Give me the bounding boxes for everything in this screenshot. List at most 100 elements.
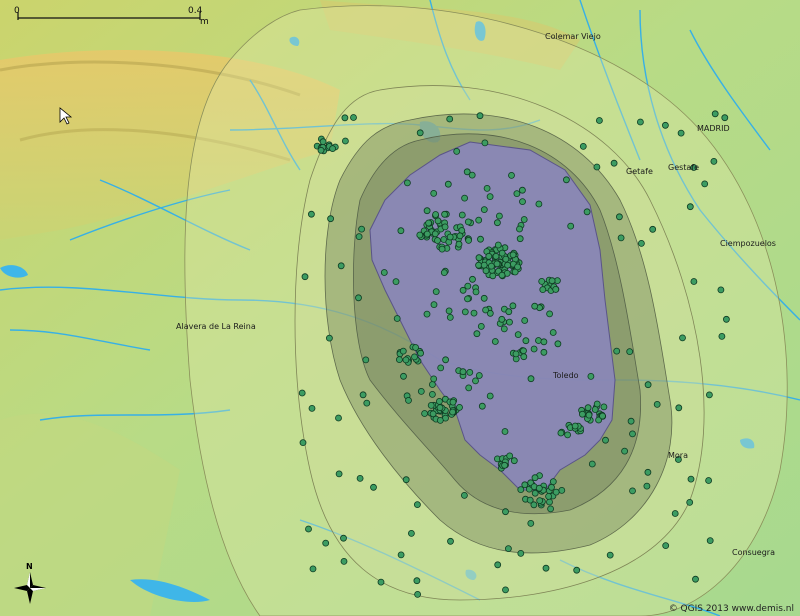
occurrence-point[interactable] bbox=[521, 317, 529, 324]
occurrence-point[interactable] bbox=[412, 344, 420, 351]
occurrence-point[interactable] bbox=[299, 439, 307, 447]
occurrence-point[interactable] bbox=[436, 416, 444, 424]
occurrence-point[interactable] bbox=[461, 308, 469, 316]
occurrence-point[interactable] bbox=[483, 184, 491, 192]
occurrence-point[interactable] bbox=[498, 315, 506, 323]
occurrence-point[interactable] bbox=[472, 288, 480, 296]
place-label-colmenar-viejo[interactable]: Colemar Viejo bbox=[545, 32, 601, 41]
occurrence-point[interactable] bbox=[538, 277, 546, 285]
occurrence-point[interactable] bbox=[546, 498, 553, 506]
occurrence-point[interactable] bbox=[432, 288, 440, 296]
occurrence-point[interactable] bbox=[397, 551, 405, 559]
occurrence-point[interactable] bbox=[486, 193, 494, 201]
occurrence-point[interactable] bbox=[549, 478, 557, 486]
occurrence-point[interactable] bbox=[414, 591, 422, 598]
occurrence-point[interactable] bbox=[508, 171, 515, 179]
occurrence-point[interactable] bbox=[509, 302, 517, 310]
occurrence-point[interactable] bbox=[571, 422, 579, 430]
occurrence-point[interactable] bbox=[362, 356, 370, 364]
occurrence-point[interactable] bbox=[380, 269, 388, 276]
occurrence-point[interactable] bbox=[558, 486, 566, 494]
occurrence-point[interactable] bbox=[319, 138, 327, 146]
occurrence-point[interactable] bbox=[675, 404, 683, 412]
occurrence-point[interactable] bbox=[341, 137, 349, 145]
place-label-madrid[interactable]: MADRID bbox=[697, 124, 730, 133]
occurrence-point[interactable] bbox=[520, 347, 527, 355]
occurrence-point[interactable] bbox=[363, 399, 371, 407]
occurrence-point[interactable] bbox=[355, 294, 362, 302]
occurrence-point[interactable] bbox=[517, 486, 525, 494]
occurrence-point[interactable] bbox=[516, 235, 524, 243]
occurrence-point[interactable] bbox=[458, 211, 466, 219]
occurrence-point[interactable] bbox=[549, 329, 557, 336]
occurrence-point[interactable] bbox=[350, 114, 357, 121]
occurrence-point[interactable] bbox=[584, 404, 592, 412]
occurrence-point[interactable] bbox=[540, 338, 548, 346]
occurrence-point[interactable] bbox=[501, 461, 509, 469]
occurrence-point[interactable] bbox=[644, 468, 652, 476]
occurrence-point[interactable] bbox=[402, 356, 410, 364]
occurrence-point[interactable] bbox=[493, 260, 501, 268]
occurrence-point[interactable] bbox=[690, 278, 698, 285]
occurrence-point[interactable] bbox=[494, 561, 502, 569]
occurrence-point[interactable] bbox=[637, 118, 644, 126]
occurrence-point[interactable] bbox=[341, 114, 349, 122]
occurrence-point[interactable] bbox=[718, 332, 726, 340]
occurrence-point[interactable] bbox=[417, 387, 425, 395]
occurrence-point[interactable] bbox=[377, 578, 385, 586]
map-view[interactable]: 0 0.4 m Colemar Viejo MADRID Getafe Gest… bbox=[0, 0, 800, 616]
occurrence-point[interactable] bbox=[486, 392, 494, 400]
occurrence-point[interactable] bbox=[629, 430, 636, 438]
occurrence-point[interactable] bbox=[613, 347, 621, 355]
occurrence-point[interactable] bbox=[329, 145, 337, 153]
occurrence-point[interactable] bbox=[548, 277, 556, 285]
occurrence-point[interactable] bbox=[610, 159, 618, 167]
occurrence-point[interactable] bbox=[723, 315, 730, 323]
occurrence-point[interactable] bbox=[423, 230, 431, 238]
occurrence-point[interactable] bbox=[340, 558, 348, 565]
occurrence-point[interactable] bbox=[417, 349, 425, 357]
occurrence-point[interactable] bbox=[435, 397, 443, 405]
occurrence-point[interactable] bbox=[335, 470, 343, 478]
occurrence-point[interactable] bbox=[305, 525, 312, 533]
occurrence-point[interactable] bbox=[539, 286, 547, 294]
occurrence-point[interactable] bbox=[442, 356, 450, 364]
occurrence-point[interactable] bbox=[502, 508, 509, 516]
occurrence-point[interactable] bbox=[643, 482, 651, 490]
occurrence-point[interactable] bbox=[447, 537, 454, 545]
occurrence-point[interactable] bbox=[500, 325, 508, 333]
occurrence-point[interactable] bbox=[446, 115, 454, 123]
occurrence-point[interactable] bbox=[527, 520, 535, 527]
occurrence-point[interactable] bbox=[470, 309, 478, 317]
occurrence-point[interactable] bbox=[662, 121, 669, 129]
occurrence-point[interactable] bbox=[530, 501, 538, 509]
occurrence-point[interactable] bbox=[478, 402, 486, 410]
occurrence-point[interactable] bbox=[512, 350, 520, 358]
occurrence-point[interactable] bbox=[307, 210, 315, 218]
occurrence-point[interactable] bbox=[552, 488, 560, 496]
occurrence-point[interactable] bbox=[583, 208, 591, 216]
occurrence-point[interactable] bbox=[687, 475, 695, 483]
occurrence-point[interactable] bbox=[446, 313, 454, 321]
occurrence-point[interactable] bbox=[393, 315, 401, 322]
occurrence-point[interactable] bbox=[482, 306, 490, 314]
occurrence-point[interactable] bbox=[721, 114, 729, 122]
occurrence-point[interactable] bbox=[402, 476, 410, 484]
occurrence-point[interactable] bbox=[692, 575, 699, 583]
occurrence-point[interactable] bbox=[431, 230, 439, 238]
occurrence-point[interactable] bbox=[606, 551, 614, 559]
occurrence-point[interactable] bbox=[510, 457, 518, 465]
occurrence-point[interactable] bbox=[465, 384, 473, 392]
occurrence-point[interactable] bbox=[416, 129, 424, 137]
occurrence-point[interactable] bbox=[466, 368, 474, 376]
occurrence-point[interactable] bbox=[517, 550, 525, 557]
occurrence-point[interactable] bbox=[397, 227, 405, 235]
occurrence-point[interactable] bbox=[475, 261, 483, 269]
occurrence-point[interactable] bbox=[475, 216, 483, 224]
occurrence-point[interactable] bbox=[591, 406, 599, 413]
occurrence-point[interactable] bbox=[487, 262, 495, 270]
occurrence-point[interactable] bbox=[513, 190, 521, 198]
occurrence-point[interactable] bbox=[705, 477, 712, 484]
place-label-mora[interactable]: Mora bbox=[668, 451, 688, 460]
occurrence-point[interactable] bbox=[494, 241, 502, 249]
